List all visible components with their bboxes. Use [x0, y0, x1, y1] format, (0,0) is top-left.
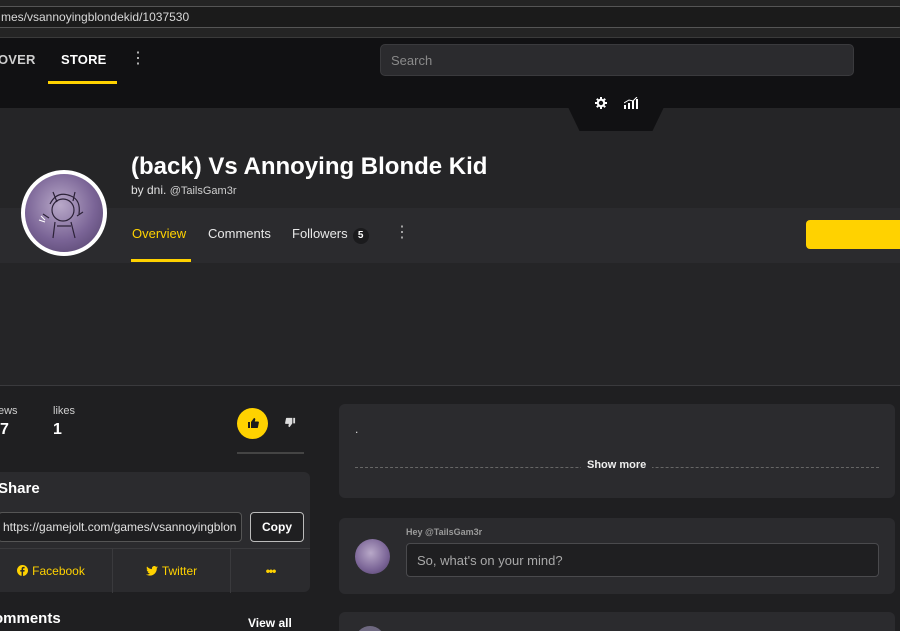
tab-comments[interactable]: Comments — [208, 226, 271, 241]
facebook-share-button[interactable]: Facebook — [0, 549, 112, 593]
activity-chart-icon[interactable] — [623, 96, 638, 112]
show-more-button[interactable]: Show more — [581, 459, 653, 471]
post-composer-card: Hey @TailsGam3r — [339, 518, 895, 594]
developer-handle[interactable]: @TailsGam3r — [170, 185, 237, 197]
share-card: Share Copy Facebook Twitter ••• — [0, 472, 310, 593]
tab-more-icon[interactable]: ⋮ — [394, 222, 410, 242]
search-input[interactable] — [380, 44, 854, 76]
copy-button[interactable]: Copy — [250, 512, 304, 542]
facebook-label: Facebook — [32, 564, 85, 578]
views-value: 7 — [0, 421, 9, 438]
thumbs-up-icon — [247, 418, 259, 428]
nav-discover[interactable]: OVER — [0, 52, 36, 84]
tab-followers[interactable]: Followers 5 — [292, 226, 369, 244]
user-avatar[interactable] — [355, 539, 390, 574]
feed-avatar[interactable] — [355, 626, 385, 631]
tab-followers-label: Followers — [292, 226, 348, 241]
more-share-button[interactable]: ••• — [231, 549, 310, 593]
browser-url-bar: mes/vsannoyingblondekid/1037530 — [0, 0, 900, 38]
more-vertical-icon[interactable]: ⋮ — [130, 50, 146, 70]
tab-overview[interactable]: Overview — [132, 226, 186, 241]
twitter-label: Twitter — [161, 564, 198, 578]
likes-value: 1 — [53, 421, 62, 438]
gear-icon[interactable] — [595, 97, 607, 112]
followers-count-badge: 5 — [352, 228, 369, 244]
post-greeting: Hey @TailsGam3r — [406, 527, 483, 537]
developer-name[interactable]: by dni. — [131, 183, 166, 197]
view-all-comments-link[interactable]: View all — [248, 616, 292, 630]
feed-card — [339, 612, 895, 631]
section-divider — [0, 385, 900, 386]
twitter-icon — [145, 566, 158, 576]
like-button[interactable] — [237, 408, 268, 439]
thumbs-down-icon — [284, 417, 295, 428]
description-card: . Show more — [339, 404, 895, 498]
description-text: . — [355, 422, 359, 436]
twitter-share-button[interactable]: Twitter — [113, 549, 230, 593]
top-nav: OVER STORE ⋮ — [0, 38, 900, 108]
dislike-button[interactable] — [280, 413, 300, 433]
avatar-sketch-image — [38, 191, 84, 239]
share-link-input[interactable] — [0, 512, 242, 542]
comments-section-title: omments — [0, 610, 61, 627]
nav-store[interactable]: STORE — [61, 52, 107, 84]
share-title: Share — [0, 480, 40, 497]
url-field[interactable]: mes/vsannoyingblondekid/1037530 — [0, 6, 900, 28]
follow-button[interactable] — [806, 220, 900, 249]
views-label: ews — [0, 405, 18, 417]
game-header: (back) Vs Annoying Blonde Kid by dni. @T… — [0, 108, 900, 386]
facebook-icon — [17, 565, 29, 576]
header-tray — [568, 107, 664, 131]
share-buttons-row: Facebook Twitter ••• — [0, 548, 310, 593]
game-title: (back) Vs Annoying Blonde Kid — [131, 153, 488, 180]
game-tab-bar: Overview Comments Followers 5 ⋮ — [0, 208, 900, 263]
game-avatar[interactable] — [21, 170, 107, 256]
like-bar — [237, 452, 304, 454]
nav-active-indicator — [48, 81, 117, 84]
likes-label: likes — [53, 405, 76, 417]
tab-active-indicator — [131, 259, 191, 262]
post-input[interactable] — [406, 543, 879, 577]
game-byline: by dni. @TailsGam3r — [131, 183, 237, 197]
